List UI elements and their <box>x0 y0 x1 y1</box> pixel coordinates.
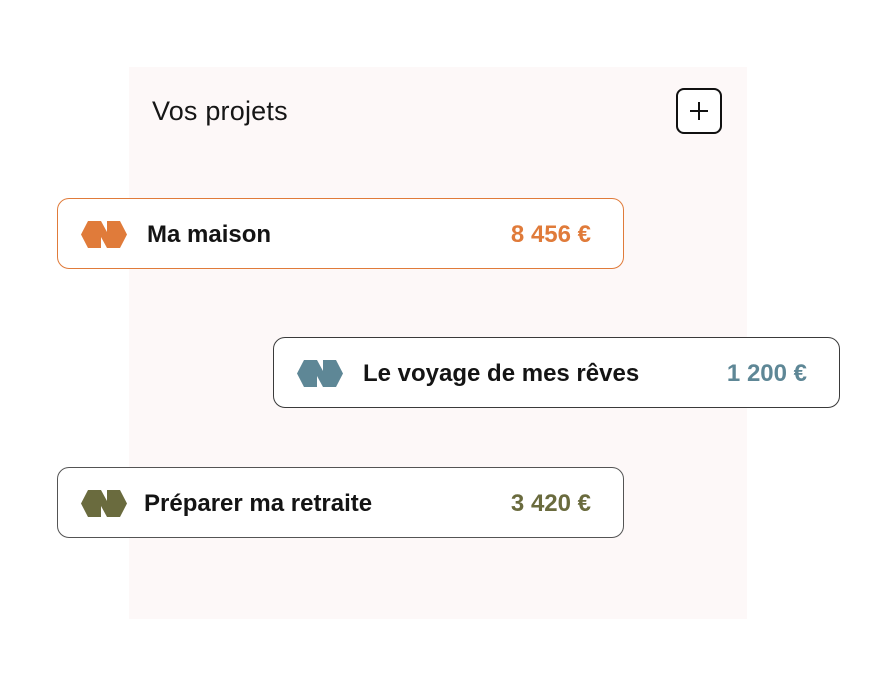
project-card-retraite[interactable]: Préparer ma retraite 3 420 € <box>57 467 624 538</box>
project-amount: 1 200 € <box>726 360 807 387</box>
project-logo-icon <box>81 490 127 517</box>
project-amount: 3 420 € <box>510 490 591 517</box>
project-card-voyage[interactable]: Le voyage de mes rêves 1 200 € <box>273 337 840 408</box>
project-amount: 8 456 € <box>510 221 591 248</box>
panel-title: Vos projets <box>152 96 288 126</box>
project-card-ma-maison[interactable]: Ma maison 8 456 € <box>57 198 624 269</box>
project-logo-icon <box>81 221 127 248</box>
project-name: Préparer ma retraite <box>144 490 373 517</box>
project-name: Le voyage de mes rêves <box>363 360 640 387</box>
projects-screen: Vos projets Ma maison 8 456 € Le voyage … <box>0 0 876 686</box>
project-name: Ma maison <box>147 221 272 248</box>
plus-icon <box>690 102 708 120</box>
add-project-button[interactable] <box>676 88 722 134</box>
project-logo-icon <box>297 360 343 387</box>
